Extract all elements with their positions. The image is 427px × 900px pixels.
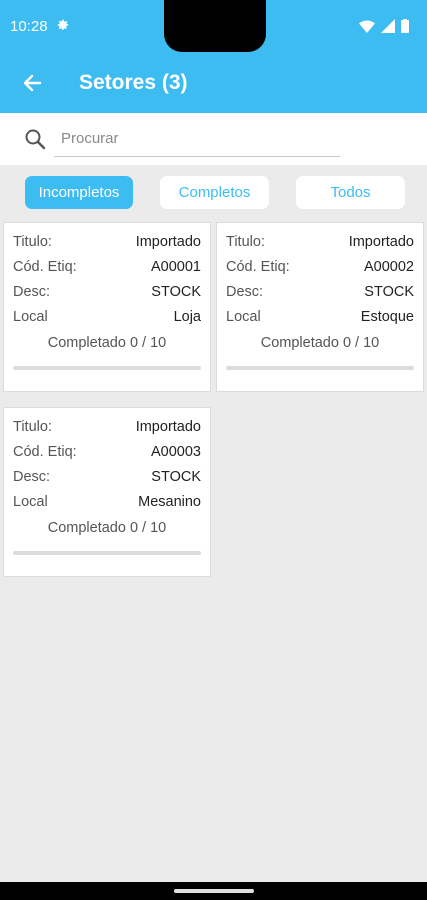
titulo-label: Titulo: [13, 234, 52, 250]
desc-label: Desc: [226, 284, 264, 300]
progress-bar [226, 366, 414, 370]
local-value: Loja [173, 309, 201, 325]
status-time: 10:28 [10, 18, 48, 35]
filter-completos-button[interactable]: Completos [160, 176, 269, 209]
filter-todos-button[interactable]: Todos [296, 176, 405, 209]
system-nav-bar [0, 882, 427, 900]
cod-label: Cód. Etiq: [13, 259, 77, 275]
camera-notch [164, 0, 266, 52]
card-row-cod: Cód. Etiq: A00002 [226, 259, 414, 279]
card-row-local: Local Estoque [226, 309, 414, 329]
back-button[interactable] [16, 67, 48, 99]
desc-label: Desc: [13, 284, 51, 300]
desc-value: STOCK [151, 284, 201, 300]
local-label: Local [13, 494, 48, 510]
search-bar [0, 113, 427, 165]
local-label: Local [13, 309, 48, 325]
card-row-desc: Desc: STOCK [226, 284, 414, 304]
local-value: Mesanino [138, 494, 201, 510]
cod-value: A00002 [364, 259, 414, 275]
desc-value: STOCK [151, 469, 201, 485]
desc-label: Desc: [13, 469, 51, 485]
filter-tabs: Incompletos Completos Todos [0, 176, 427, 210]
settings-gear-icon [57, 19, 69, 31]
cod-label: Cód. Etiq: [226, 259, 290, 275]
signal-icon [381, 19, 395, 33]
titulo-value: Importado [135, 234, 201, 250]
battery-icon [401, 19, 409, 33]
titulo-value: Importado [135, 419, 201, 435]
sector-card[interactable]: Titulo: Importado Cód. Etiq: A00001 Desc… [3, 222, 211, 392]
filter-incompletos-button[interactable]: Incompletos [25, 176, 133, 209]
card-row-titulo: Titulo: Importado [13, 419, 201, 439]
search-icon [25, 129, 46, 150]
card-row-local: Local Loja [13, 309, 201, 329]
card-row-desc: Desc: STOCK [13, 469, 201, 489]
app-bar: Setores (3) [0, 55, 427, 113]
card-row-titulo: Titulo: Importado [13, 234, 201, 254]
progress-bar [13, 551, 201, 555]
cod-value: A00003 [151, 444, 201, 460]
search-input[interactable] [54, 121, 340, 157]
sector-card[interactable]: Titulo: Importado Cód. Etiq: A00003 Desc… [3, 407, 211, 577]
status-bar: 10:28 [0, 0, 427, 55]
card-row-cod: Cód. Etiq: A00001 [13, 259, 201, 279]
progress-bar [13, 366, 201, 370]
page-title: Setores (3) [79, 71, 188, 94]
titulo-label: Titulo: [226, 234, 265, 250]
desc-value: STOCK [364, 284, 414, 300]
local-value: Estoque [360, 309, 414, 325]
wifi-icon [359, 20, 375, 33]
progress-text: Completado 0 / 10 [47, 335, 167, 351]
progress-text: Completado 0 / 10 [260, 335, 380, 351]
sector-card[interactable]: Titulo: Importado Cód. Etiq: A00002 Desc… [216, 222, 424, 392]
card-row-local: Local Mesanino [13, 494, 201, 514]
card-row-cod: Cód. Etiq: A00003 [13, 444, 201, 464]
local-label: Local [226, 309, 261, 325]
card-row-desc: Desc: STOCK [13, 284, 201, 304]
home-gesture-handle[interactable] [174, 889, 254, 893]
card-row-titulo: Titulo: Importado [226, 234, 414, 254]
progress-text: Completado 0 / 10 [47, 520, 167, 536]
status-icons [359, 19, 409, 33]
arrow-back-icon [23, 74, 42, 92]
cod-value: A00001 [151, 259, 201, 275]
cod-label: Cód. Etiq: [13, 444, 77, 460]
titulo-value: Importado [348, 234, 414, 250]
titulo-label: Titulo: [13, 419, 52, 435]
